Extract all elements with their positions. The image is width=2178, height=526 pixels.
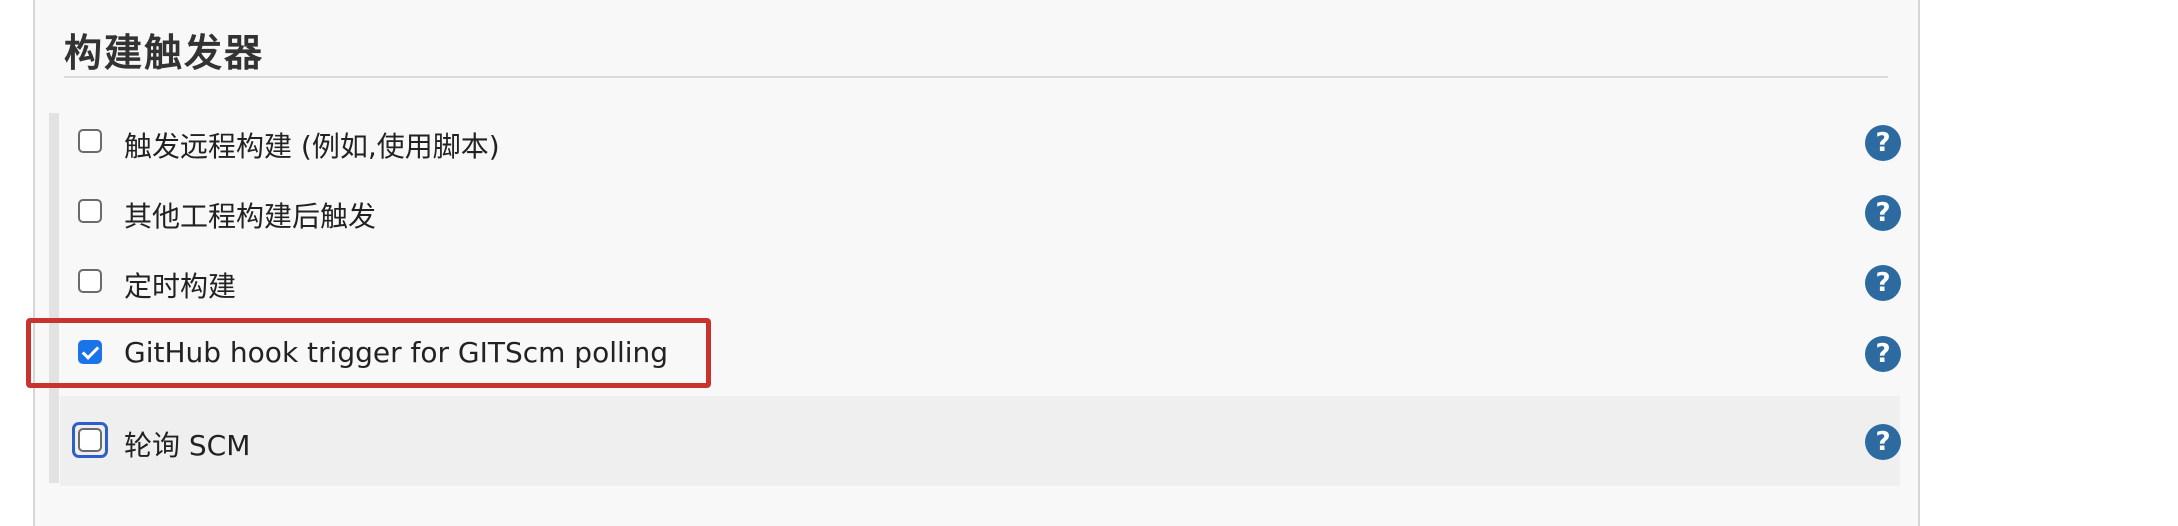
poll-scm-label[interactable]: 轮询 SCM [124,424,250,464]
section-divider [64,76,1888,78]
periodic-build-label[interactable]: 定时构建 [124,265,236,305]
section-indent-bar [49,113,59,483]
github-hook-checkbox[interactable] [78,340,102,364]
after-other-projects-checkbox[interactable] [78,199,102,223]
trigger-row-poll-scm: 轮询 SCM ? [60,396,1901,486]
help-icon[interactable]: ? [1865,195,1901,231]
after-other-projects-label[interactable]: 其他工程构建后触发 [124,195,376,235]
trigger-row-remote-build: 触发远程构建 (例如,使用脚本) ? [60,108,1901,178]
remote-build-checkbox[interactable] [78,129,102,153]
periodic-build-checkbox[interactable] [78,269,102,293]
trigger-row-after-other-projects: 其他工程构建后触发 ? [60,178,1901,248]
help-icon[interactable]: ? [1865,125,1901,161]
help-icon[interactable]: ? [1865,424,1901,460]
github-hook-label[interactable]: GitHub hook trigger for GITScm polling [124,336,668,369]
trigger-row-periodic-build: 定时构建 ? [60,248,1901,318]
help-icon[interactable]: ? [1865,336,1901,372]
remote-build-label[interactable]: 触发远程构建 (例如,使用脚本) [124,125,500,165]
section-title: 构建触发器 [64,31,265,75]
trigger-row-github-hook: GitHub hook trigger for GITScm polling ? [60,318,1901,388]
help-icon[interactable]: ? [1865,265,1901,301]
poll-scm-checkbox[interactable] [78,428,102,452]
page: 构建触发器 触发远程构建 (例如,使用脚本) ? 其他工程构建后触发 ? 定时构… [0,0,2178,526]
